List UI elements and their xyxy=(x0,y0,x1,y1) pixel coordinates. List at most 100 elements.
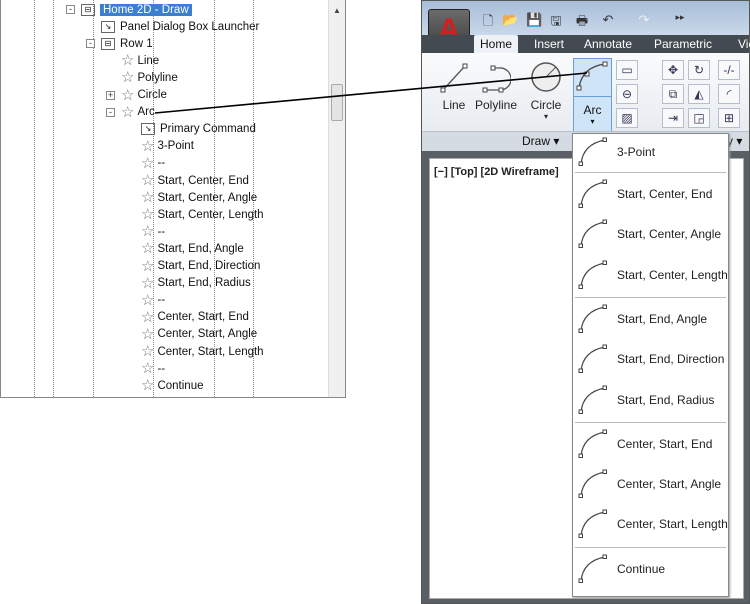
command-star-icon: ☆ xyxy=(141,377,155,395)
arc-option[interactable]: Start, Center, Length xyxy=(573,255,728,295)
rectangle-icon[interactable]: ▭ xyxy=(616,60,638,80)
tree-item[interactable]: ☆ Start, Center, Angle xyxy=(141,189,257,206)
polyline-button[interactable]: Polyline xyxy=(472,61,520,112)
tree-item[interactable]: ↘ Primary Command xyxy=(141,121,256,138)
tree-item[interactable]: ☆ Center, Start, Length xyxy=(141,343,264,360)
tree-item[interactable]: ↘ Panel Dialog Box Launcher xyxy=(101,18,259,35)
fillet-icon[interactable]: ◜ xyxy=(718,84,740,104)
menu-separator xyxy=(575,172,726,173)
tree-item[interactable]: ☆ Start, Center, End xyxy=(141,172,249,189)
command-star-icon: ☆ xyxy=(141,240,155,258)
arc-dropdown-arrow-icon[interactable]: ▾ xyxy=(574,117,611,126)
arc-option-icon xyxy=(578,260,607,289)
arc-option-icon xyxy=(578,554,607,583)
more-icon[interactable]: ▸▸ xyxy=(672,12,688,26)
command-star-icon: ☆ xyxy=(141,172,155,189)
tree-item[interactable]: ☆ -- xyxy=(141,360,165,377)
arc-option[interactable]: Continue xyxy=(573,549,728,589)
tree-item-label: -- xyxy=(157,225,166,238)
tree-item-label: Primary Command xyxy=(160,123,256,136)
tree-item[interactable]: ☆ Start, End, Angle xyxy=(141,240,244,257)
ribbon-tabs: Home Insert Annotate Parametric Vie xyxy=(422,35,750,53)
rotate-icon[interactable]: ↻ xyxy=(688,60,710,80)
tree-item[interactable]: ☆ -- xyxy=(141,223,165,240)
print-icon[interactable]: 🖶 xyxy=(574,12,590,28)
tab-annotate[interactable]: Annotate xyxy=(578,35,638,53)
collapse-icon[interactable]: - xyxy=(66,5,75,14)
mirror-icon[interactable]: ◭ xyxy=(688,84,710,104)
scrollbar-thumb[interactable] xyxy=(331,84,343,121)
tree-item[interactable]: ⊟ Home 2D - Draw xyxy=(81,1,192,18)
command-star-icon: ☆ xyxy=(141,154,155,172)
arc-option[interactable]: Start, End, Direction xyxy=(573,339,728,379)
ellipse-icon[interactable]: ⊖ xyxy=(616,84,638,104)
command-star-icon: ☆ xyxy=(141,308,155,326)
arc-option[interactable]: Start, End, Radius xyxy=(573,380,728,420)
tree-item[interactable]: ☆ Start, End, Direction xyxy=(141,258,260,275)
arc-option[interactable]: Center, Start, Angle xyxy=(573,464,728,504)
tree-item[interactable]: ☆ Continue xyxy=(141,377,204,394)
arc-option-icon xyxy=(578,429,607,458)
line-button[interactable]: Line xyxy=(436,61,472,112)
tree-item[interactable]: ☆ -- xyxy=(141,292,165,309)
trim-icon[interactable]: -/- xyxy=(718,60,740,80)
tree-item[interactable]: ☆ Center, Start, Angle xyxy=(141,326,257,343)
arc-option[interactable]: 3-Point xyxy=(573,132,728,172)
scale-icon[interactable]: ◲ xyxy=(688,108,710,128)
circle-dropdown-arrow-icon[interactable]: ▾ xyxy=(526,112,566,121)
tab-insert[interactable]: Insert xyxy=(528,35,570,53)
menu-separator xyxy=(575,546,726,548)
arc-option[interactable]: Start, Center, End xyxy=(573,174,728,214)
move-icon[interactable]: ✥ xyxy=(662,60,684,80)
launcher-icon: ↘ xyxy=(141,123,155,136)
tree-item[interactable]: ☆ Line xyxy=(121,52,159,69)
tree-item[interactable]: ⊟ Row 1 xyxy=(101,35,153,52)
collapse-icon[interactable]: - xyxy=(86,39,95,49)
arc-option-label: Start, Center, Angle xyxy=(617,227,722,242)
array-icon[interactable]: ⊞ xyxy=(718,108,740,128)
arc-option[interactable]: Start, Center, Angle xyxy=(573,214,728,254)
tab-vie[interactable]: Vie xyxy=(732,35,750,53)
draw-panel-label[interactable]: Draw ▾ xyxy=(522,134,559,148)
hatch-icon[interactable]: ▨ xyxy=(616,108,638,128)
arc-option[interactable]: Start, End, Angle xyxy=(573,299,728,339)
circle-button[interactable]: Circle ▾ xyxy=(526,59,566,121)
collapse-icon[interactable]: - xyxy=(106,107,115,117)
save-as-icon[interactable]: 🖫 xyxy=(548,12,564,28)
tree-item[interactable]: ☆ -- xyxy=(141,155,165,172)
copy-icon[interactable]: ⧉ xyxy=(662,84,684,104)
scroll-up-arrow-icon[interactable]: ▲ xyxy=(333,6,341,15)
open-icon[interactable]: 📂 xyxy=(502,12,518,27)
tree-item[interactable]: ☆ Center, Start, End xyxy=(141,309,249,326)
modify-panel-label[interactable]: y ▾ xyxy=(727,134,742,148)
redo-icon[interactable]: ↷ xyxy=(636,12,652,27)
save-icon[interactable]: 💾 xyxy=(526,12,542,27)
arc-option[interactable]: Center, Start, End xyxy=(573,424,728,464)
tree-scrollbar[interactable]: ▲ xyxy=(328,0,345,397)
arc-option-label: 3-Point xyxy=(617,145,656,159)
tree-item-label: Start, Center, End xyxy=(157,174,249,187)
tree-item[interactable]: ☆ Start, End, Radius xyxy=(141,275,251,292)
stretch-icon[interactable]: ⇥ xyxy=(662,108,684,128)
expand-icon[interactable]: + xyxy=(106,90,115,100)
tree-item[interactable]: ☆ Start, Center, Length xyxy=(141,206,264,223)
arc-option-label: Start, Center, Length xyxy=(617,267,728,282)
viewport-controls[interactable]: [−] [Top] [2D Wireframe] xyxy=(434,166,559,178)
command-star-icon: ☆ xyxy=(121,52,135,70)
tree-item-label: Circle xyxy=(137,89,167,101)
arc-button[interactable]: Arc ▾ xyxy=(573,58,612,133)
tree-item-label: 3-Point xyxy=(157,140,194,153)
tree-item[interactable]: ☆ Arc xyxy=(121,104,155,121)
arc-option-icon xyxy=(578,219,607,249)
tree-item-label: -- xyxy=(157,157,166,170)
tab-parametric[interactable]: Parametric xyxy=(648,35,718,53)
tree-item[interactable]: ☆ 3-Point xyxy=(141,138,194,155)
tab-home[interactable]: Home xyxy=(474,35,519,53)
arc-option[interactable]: Center, Start, Length xyxy=(573,504,728,544)
menu-separator xyxy=(575,421,726,423)
tree-item[interactable]: ☆ Polyline xyxy=(121,69,178,86)
arc-option-label: Start, Center, End xyxy=(617,187,713,201)
new-icon[interactable]: 🗋 xyxy=(480,12,496,28)
undo-icon[interactable]: ↶ xyxy=(600,12,616,27)
tree-item[interactable]: ☆ Circle xyxy=(121,87,167,104)
